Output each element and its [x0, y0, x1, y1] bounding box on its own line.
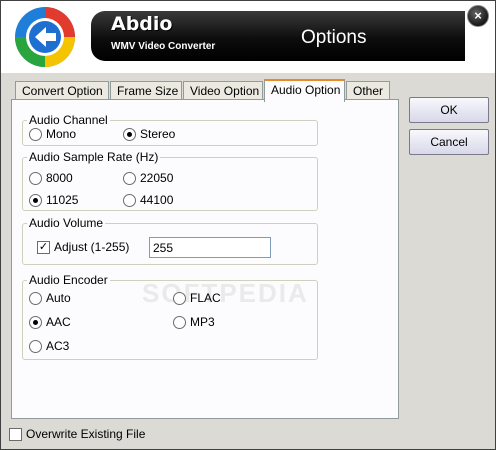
options-dialog: Abdio WMV Video Converter Options × Conv…: [0, 0, 496, 450]
close-button[interactable]: ×: [467, 5, 489, 27]
tab-video-option[interactable]: Video Option: [183, 81, 263, 101]
radio-ac3-label: AC3: [46, 339, 70, 353]
adjust-checkbox-box[interactable]: ✓: [37, 240, 50, 254]
ok-button[interactable]: OK: [409, 97, 489, 123]
radio-44100-label: 44100: [140, 193, 174, 207]
adjust-checkbox[interactable]: ✓ Adjust (1-255): [37, 240, 129, 254]
audio-option-panel: SOFTPEDIA Audio Channel Mono Stereo Audi…: [11, 99, 399, 419]
dialog-title: Options: [301, 27, 367, 48]
volume-input[interactable]: [149, 237, 271, 258]
sample-rate-title: Audio Sample Rate (Hz): [27, 150, 161, 164]
radio-8000[interactable]: 8000: [29, 171, 73, 185]
audio-encoder-group: Audio Encoder Auto FLAC AAC MP3 AC3: [22, 273, 318, 360]
radio-22050-label: 22050: [140, 171, 174, 185]
cancel-button[interactable]: Cancel: [409, 129, 489, 155]
radio-stereo[interactable]: Stereo: [123, 127, 175, 141]
radio-mono-indicator[interactable]: [29, 127, 42, 141]
radio-aac-indicator[interactable]: [29, 315, 42, 329]
radio-flac-label: FLAC: [190, 291, 221, 305]
audio-encoder-title: Audio Encoder: [27, 273, 110, 287]
radio-auto-indicator[interactable]: [29, 291, 42, 305]
audio-volume-title: Audio Volume: [27, 216, 106, 230]
app-logo-icon: [15, 7, 75, 67]
radio-11025-label: 11025: [46, 193, 79, 207]
radio-11025[interactable]: 11025: [29, 193, 78, 207]
audio-channel-title: Audio Channel: [27, 113, 110, 127]
radio-44100[interactable]: 44100: [123, 193, 173, 207]
radio-mp3-indicator[interactable]: [173, 315, 186, 329]
radio-mono-label: Mono: [46, 127, 77, 141]
radio-aac[interactable]: AAC: [29, 315, 71, 329]
radio-44100-indicator[interactable]: [123, 193, 136, 207]
radio-auto-label: Auto: [46, 291, 71, 305]
radio-mp3[interactable]: MP3: [173, 315, 215, 329]
overwrite-existing-checkbox[interactable]: Overwrite Existing File: [9, 427, 145, 441]
radio-22050[interactable]: 22050: [123, 171, 173, 185]
radio-stereo-indicator[interactable]: [123, 127, 136, 141]
radio-flac[interactable]: FLAC: [173, 291, 221, 305]
radio-aac-label: AAC: [46, 315, 71, 329]
tab-audio-option[interactable]: Audio Option: [264, 79, 345, 102]
app-subtitle: WMV Video Converter: [111, 41, 216, 52]
radio-ac3-indicator[interactable]: [29, 339, 42, 353]
radio-stereo-label: Stereo: [140, 127, 176, 141]
radio-auto[interactable]: Auto: [29, 291, 71, 305]
sample-rate-group: Audio Sample Rate (Hz) 8000 22050 11025 …: [22, 150, 318, 211]
app-name: Abdio: [111, 13, 173, 35]
adjust-checkbox-label: Adjust (1-255): [54, 240, 130, 254]
radio-flac-indicator[interactable]: [173, 291, 186, 305]
radio-mp3-label: MP3: [190, 315, 215, 329]
tab-other[interactable]: Other: [346, 81, 390, 101]
radio-ac3[interactable]: AC3: [29, 339, 69, 353]
radio-8000-label: 8000: [46, 171, 73, 185]
radio-mono[interactable]: Mono: [29, 127, 76, 141]
tab-convert-option[interactable]: Convert Option: [15, 81, 109, 101]
radio-11025-indicator[interactable]: [29, 193, 42, 207]
tab-frame-size[interactable]: Frame Size: [110, 81, 182, 101]
dialog-header: Abdio WMV Video Converter Options ×: [1, 1, 495, 73]
overwrite-checkbox-box[interactable]: [9, 427, 22, 441]
audio-volume-group: Audio Volume ✓ Adjust (1-255): [22, 216, 318, 265]
radio-22050-indicator[interactable]: [123, 171, 136, 185]
overwrite-checkbox-label: Overwrite Existing File: [26, 427, 146, 441]
radio-8000-indicator[interactable]: [29, 171, 42, 185]
audio-channel-group: Audio Channel Mono Stereo: [22, 113, 318, 146]
